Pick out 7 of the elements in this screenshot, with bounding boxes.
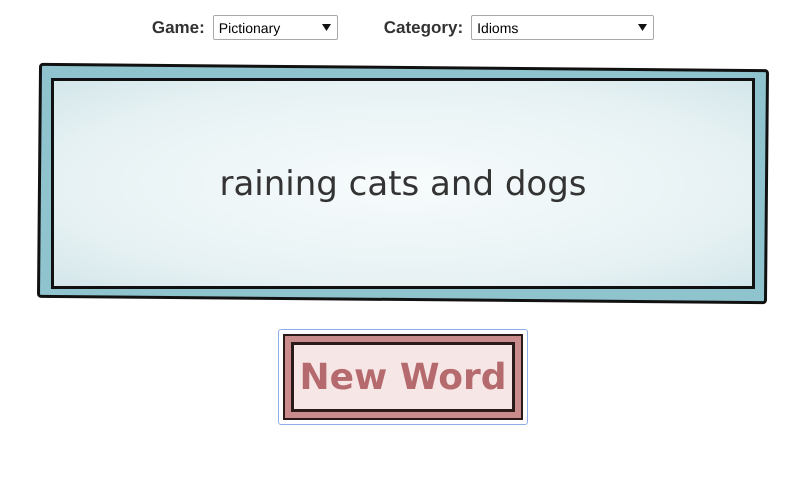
- field-label: Category:: [384, 18, 464, 38]
- caret-icon: [638, 24, 648, 31]
- dropdown-select[interactable]: Idioms: [471, 15, 654, 40]
- field-label: Game:: [152, 18, 205, 38]
- dropdown-select[interactable]: Pictionary: [212, 15, 338, 40]
- caret-icon: [322, 24, 331, 31]
- word-text: raining cats and dogs: [219, 164, 587, 204]
